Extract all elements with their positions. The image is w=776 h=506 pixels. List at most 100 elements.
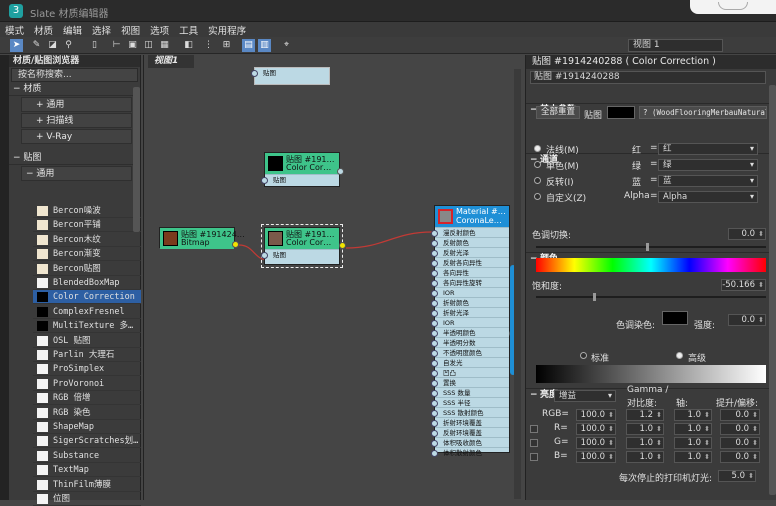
layout-children-icon[interactable]: ⊞ <box>220 39 233 52</box>
channel-radio[interactable] <box>534 177 541 184</box>
map-item[interactable]: Bercon贴图 <box>33 262 141 276</box>
search-input[interactable]: 按名称搜索... <box>11 68 138 82</box>
node-material[interactable]: Material #… CoronaLe… 漫反射颜色 反射颜色 反射光泽 反射各向异… <box>431 205 516 457</box>
map-item[interactable]: OSL 贴图 <box>33 334 141 348</box>
map-swatch[interactable] <box>607 106 635 119</box>
view-scrollbar[interactable] <box>514 69 521 499</box>
gain-input[interactable]: 100.0 <box>576 451 616 463</box>
menu-view[interactable]: 视图 <box>116 22 145 38</box>
exposure-input[interactable]: 5.0 <box>718 470 756 482</box>
node-color-correction-2[interactable]: 贴图 #191… Color Cor… 贴图 <box>261 224 346 268</box>
map-slot-button[interactable]: ? (WoodFlooringMerbauNatural <box>639 106 767 119</box>
map-item[interactable]: Bercon噪波 <box>33 204 141 218</box>
map-item[interactable]: MultiTexture 多… <box>33 319 141 334</box>
param-scrollbar[interactable] <box>769 85 776 495</box>
node-output-port[interactable] <box>232 241 239 248</box>
map-item[interactable]: RGB 染色 <box>33 406 141 420</box>
material-slot[interactable]: 反射颜色 <box>431 237 509 247</box>
map-item[interactable]: SigerScratches划… <box>33 434 141 449</box>
material-slot[interactable]: SSS 散射颜色 <box>431 407 509 417</box>
material-slot[interactable]: 折射颜色 <box>431 297 509 307</box>
hide-map-icon[interactable]: ▣ <box>126 39 139 52</box>
material-slot[interactable]: 不透明度颜色 <box>431 347 509 357</box>
assign-material-icon[interactable]: ◪ <box>46 39 59 52</box>
view-selector[interactable]: 视图 1 <box>628 39 723 52</box>
pivot-input[interactable]: 1.0 <box>674 409 712 421</box>
strength-input[interactable]: 0.0 <box>728 314 766 326</box>
channel-check[interactable] <box>530 453 538 461</box>
mode-dropdown[interactable]: 增益 <box>554 390 616 402</box>
material-slot[interactable]: 反射各向异性 <box>431 257 509 267</box>
node-bitmap[interactable]: 贴图 #191424… Bitmap <box>159 227 245 249</box>
menu-utilities[interactable]: 实用程序 <box>203 22 251 38</box>
gamma-input[interactable]: 1.0 <box>626 451 664 463</box>
channel-radio[interactable] <box>534 193 541 200</box>
lift-input[interactable]: 0.0 <box>720 437 760 449</box>
material-slot[interactable]: 漫反射颜色 <box>431 227 509 237</box>
channel-radio[interactable] <box>534 145 541 152</box>
map-item[interactable]: ComplexFresnel <box>33 305 141 319</box>
mat-general[interactable]: + 通用 <box>21 97 132 112</box>
maps-general[interactable]: − 通用 <box>21 166 132 181</box>
gamma-input[interactable]: 1.0 <box>626 423 664 435</box>
map-item[interactable]: Parlin 大理石 <box>33 348 141 362</box>
node-top[interactable]: 贴图 <box>251 67 330 85</box>
node-output-port[interactable] <box>337 168 344 175</box>
group-materials[interactable]: − 材质 <box>9 83 140 96</box>
show-shaded-icon[interactable]: ◫ <box>142 39 155 52</box>
map-item[interactable]: Substance <box>33 449 141 463</box>
material-slot[interactable]: 折射环境覆盖 <box>431 417 509 427</box>
browser-scrollbar[interactable] <box>133 87 140 232</box>
navigator-icon[interactable]: ⌖ <box>280 39 293 52</box>
material-slot[interactable]: IOR <box>431 287 509 297</box>
channel-check[interactable] <box>530 439 538 447</box>
material-slot[interactable]: 体积吸收颜色 <box>431 437 509 447</box>
select-tool-icon[interactable]: ➤ <box>10 39 23 52</box>
gain-input[interactable]: 100.0 <box>576 409 616 421</box>
map-item[interactable]: ProSimplex <box>33 362 141 377</box>
layout-icon[interactable]: ⋮ <box>202 39 215 52</box>
map-item[interactable]: Color Correction <box>33 290 141 305</box>
map-name-field[interactable]: 贴图 #1914240288 <box>530 71 766 84</box>
gamma-input[interactable]: 1.2 <box>626 409 664 421</box>
map-item[interactable]: ShapeMap <box>33 420 141 434</box>
channel-check[interactable] <box>530 425 538 433</box>
node-output-port[interactable] <box>339 242 346 249</box>
show-end-result-icon[interactable]: ▦ <box>158 39 171 52</box>
node-slot[interactable]: 贴图 <box>261 174 339 184</box>
lift-input[interactable]: 0.0 <box>720 451 760 463</box>
material-slot[interactable]: SSS 半径 <box>431 397 509 407</box>
pivot-input[interactable]: 1.0 <box>674 437 712 449</box>
delete-icon[interactable]: ▯ <box>88 39 101 52</box>
hue-slider[interactable] <box>536 243 766 251</box>
menu-select[interactable]: 选择 <box>87 22 116 38</box>
mat-scanline[interactable]: + 扫描线 <box>21 113 132 128</box>
map-item[interactable]: Bercon木纹 <box>33 233 141 247</box>
material-slot[interactable]: 半透明分数 <box>431 337 509 347</box>
group-maps[interactable]: − 贴图 <box>9 152 140 165</box>
advanced-radio[interactable] <box>676 352 683 359</box>
map-item[interactable]: Bercon渐变 <box>33 247 141 262</box>
material-slot[interactable]: 置换 <box>431 377 509 387</box>
rgb-dropdown[interactable]: 蓝 <box>658 175 758 187</box>
map-item[interactable]: BlendedBoxMap <box>33 276 141 290</box>
reset-all-button[interactable]: 全部重置 <box>536 106 580 119</box>
map-item[interactable]: Bercon平铺 <box>33 218 141 233</box>
mat-vray[interactable]: + V-Ray <box>21 129 132 144</box>
param-editor-toggle-icon[interactable]: ▥ <box>258 39 271 52</box>
gain-input[interactable]: 100.0 <box>576 437 616 449</box>
gain-input[interactable]: 100.0 <box>576 423 616 435</box>
browser-toggle-icon[interactable]: ▤ <box>242 39 255 52</box>
material-slot[interactable]: IOR <box>431 317 509 327</box>
tint-swatch[interactable] <box>662 311 688 325</box>
node-color-correction-1[interactable]: 贴图 #191… Color Cor… 贴图 <box>261 152 344 187</box>
map-item[interactable]: TextMap <box>33 463 141 478</box>
material-slot[interactable]: 体积散射颜色 <box>431 447 509 457</box>
move-children-icon[interactable]: ⊢ <box>110 39 123 52</box>
material-slot[interactable]: 折射光泽 <box>431 307 509 317</box>
menu-edit[interactable]: 编辑 <box>58 22 87 38</box>
gamma-input[interactable]: 1.0 <box>626 437 664 449</box>
material-slot[interactable]: 反射光泽 <box>431 247 509 257</box>
rgb-dropdown[interactable]: 红 <box>658 143 758 155</box>
map-item[interactable]: RGB 倍增 <box>33 391 141 406</box>
